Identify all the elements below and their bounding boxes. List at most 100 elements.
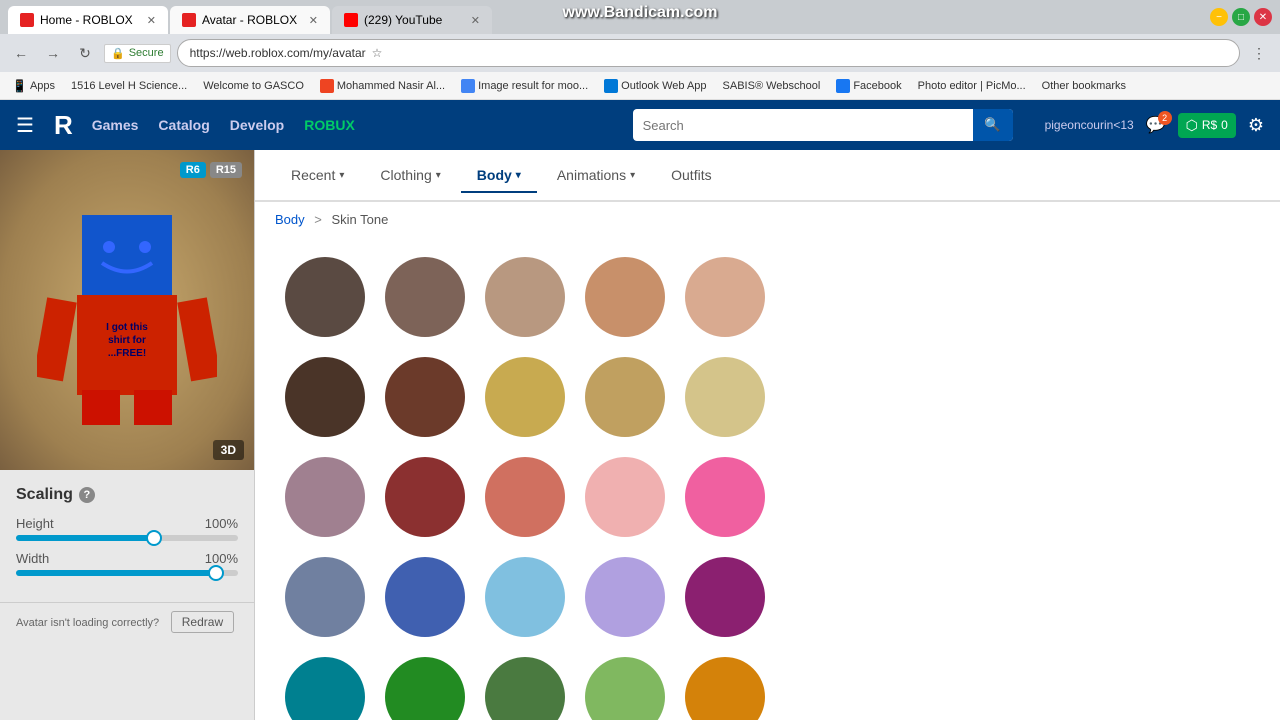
- hamburger-menu-icon[interactable]: ☰: [16, 113, 34, 138]
- skin-tone-circle[interactable]: [385, 357, 465, 437]
- username-label[interactable]: pigeoncourin<13: [1045, 118, 1134, 132]
- window-close[interactable]: ✕: [1254, 8, 1272, 26]
- skin-tone-circle[interactable]: [485, 357, 565, 437]
- breadcrumb-parent[interactable]: Body: [275, 212, 305, 227]
- lock-icon: 🔒: [111, 47, 125, 60]
- skin-tone-circle[interactable]: [585, 257, 665, 337]
- skin-tone-circle[interactable]: [585, 357, 665, 437]
- forward-button[interactable]: →: [40, 40, 66, 66]
- nav-games[interactable]: Games: [92, 117, 139, 133]
- tab-recent-chevron: ▾: [339, 170, 344, 181]
- tab-favicon-roblox2: [182, 13, 196, 27]
- skin-tone-circle[interactable]: [585, 457, 665, 537]
- width-slider-thumb[interactable]: [208, 565, 224, 581]
- robux-button[interactable]: ⬡ R$ 0: [1178, 113, 1236, 138]
- r15-badge[interactable]: R15: [210, 162, 242, 178]
- settings-gear-icon[interactable]: ⚙: [1248, 115, 1264, 136]
- tab-outfits[interactable]: Outfits: [655, 159, 727, 191]
- right-panel: Recent ▾ Clothing ▾ Body ▾ Animations ▾: [255, 150, 1280, 720]
- breadcrumb-current: Skin Tone: [331, 212, 388, 227]
- skin-tone-circle[interactable]: [685, 457, 765, 537]
- skin-tone-circle[interactable]: [685, 557, 765, 637]
- height-slider[interactable]: [16, 535, 238, 541]
- bookmark-label-nasir: Mohammed Nasir Al...: [337, 80, 445, 92]
- tab-close-home[interactable]: ✕: [147, 14, 156, 27]
- nav-develop[interactable]: Develop: [230, 117, 284, 133]
- skin-tone-circle[interactable]: [385, 657, 465, 720]
- redraw-button[interactable]: Redraw: [171, 611, 234, 633]
- width-slider[interactable]: [16, 570, 238, 576]
- search-button[interactable]: 🔍: [973, 109, 1013, 141]
- skin-tone-circle[interactable]: [285, 457, 365, 537]
- skin-tone-circle[interactable]: [385, 257, 465, 337]
- skin-tone-circle[interactable]: [585, 557, 665, 637]
- tab-avatar-roblox[interactable]: Avatar - ROBLOX ✕: [170, 6, 330, 34]
- bookmark-other[interactable]: Other bookmarks: [1038, 78, 1130, 94]
- skin-tone-circle[interactable]: [485, 557, 565, 637]
- height-slider-thumb[interactable]: [146, 530, 162, 546]
- avatar-version-badges: R6 R15: [180, 162, 242, 178]
- tab-label-avatar: Avatar - ROBLOX: [202, 13, 297, 27]
- view-3d-badge[interactable]: 3D: [213, 440, 244, 460]
- skin-tone-circle[interactable]: [285, 257, 365, 337]
- skin-tone-circle[interactable]: [485, 257, 565, 337]
- bookmark-icon-outlook: [604, 79, 618, 93]
- skin-tone-circle[interactable]: [385, 457, 465, 537]
- nav-catalog[interactable]: Catalog: [158, 117, 209, 133]
- skin-tone-circle[interactable]: [485, 657, 565, 720]
- chat-icon-button[interactable]: 💬 2: [1146, 115, 1166, 135]
- tab-recent[interactable]: Recent ▾: [275, 159, 360, 191]
- address-bar-input[interactable]: https://web.roblox.com/my/avatar ☆: [177, 39, 1240, 67]
- bookmarks-bar: 📱 Apps 1516 Level H Science... Welcome t…: [0, 72, 1280, 100]
- skin-tone-circle[interactable]: [485, 457, 565, 537]
- bookmark-outlook[interactable]: Outlook Web App: [600, 77, 710, 95]
- roblox-logo[interactable]: R: [54, 110, 72, 141]
- tab-close-youtube[interactable]: ✕: [471, 14, 480, 27]
- skin-tone-circle[interactable]: [285, 357, 365, 437]
- search-input[interactable]: [633, 118, 973, 133]
- tab-animations[interactable]: Animations ▾: [541, 159, 651, 191]
- bookmark-google[interactable]: Image result for moo...: [457, 77, 592, 95]
- bookmark-label-outlook: Outlook Web App: [621, 80, 706, 92]
- tab-body-label: Body: [477, 167, 512, 183]
- skin-tone-circle[interactable]: [285, 657, 365, 720]
- tab-body[interactable]: Body ▾: [461, 159, 537, 191]
- tab-recent-label: Recent: [291, 167, 335, 183]
- r6-badge[interactable]: R6: [180, 162, 206, 178]
- tab-home-roblox[interactable]: Home - ROBLOX ✕: [8, 6, 168, 34]
- width-label: Width: [16, 551, 49, 566]
- extensions-button[interactable]: ⋮: [1246, 40, 1272, 66]
- nav-robux[interactable]: ROBUX: [304, 117, 355, 133]
- svg-text:I got this: I got this: [106, 322, 148, 333]
- bookmark-label-gasco: Welcome to GASCO: [203, 80, 304, 92]
- skin-tone-circle[interactable]: [585, 657, 665, 720]
- tab-animations-label: Animations: [557, 167, 626, 183]
- window-minimize[interactable]: −: [1210, 8, 1228, 26]
- tab-clothing[interactable]: Clothing ▾: [364, 159, 456, 191]
- bookmark-facebook[interactable]: Facebook: [832, 77, 905, 95]
- skin-tone-circle[interactable]: [385, 557, 465, 637]
- skin-tone-circle[interactable]: [685, 657, 765, 720]
- reload-button[interactable]: ↻: [72, 40, 98, 66]
- tab-close-avatar[interactable]: ✕: [309, 14, 318, 27]
- skin-tone-circle[interactable]: [685, 357, 765, 437]
- url-text: https://web.roblox.com/my/avatar: [190, 46, 366, 60]
- bookmark-science[interactable]: 1516 Level H Science...: [67, 78, 191, 94]
- robux-count: 0: [1221, 118, 1228, 132]
- bookmark-sabis[interactable]: SABIS® Webschool: [719, 78, 825, 94]
- bookmark-nasir[interactable]: Mohammed Nasir Al...: [316, 77, 449, 95]
- breadcrumb: Body > Skin Tone: [255, 202, 1280, 237]
- skin-tone-circle[interactable]: [285, 557, 365, 637]
- bookmark-apps[interactable]: 📱 Apps: [8, 77, 59, 95]
- scaling-info-icon[interactable]: ?: [79, 487, 95, 503]
- skin-tone-circle[interactable]: [685, 257, 765, 337]
- tab-youtube[interactable]: (229) YouTube ✕: [332, 6, 492, 34]
- redraw-section: Avatar isn't loading correctly? Redraw: [0, 602, 254, 649]
- window-maximize[interactable]: □: [1232, 8, 1250, 26]
- bookmark-gasco[interactable]: Welcome to GASCO: [199, 78, 308, 94]
- bookmark-star-icon[interactable]: ☆: [372, 46, 383, 60]
- bookmark-picmo[interactable]: Photo editor | PicMo...: [914, 78, 1030, 94]
- height-label: Height: [16, 516, 54, 531]
- back-button[interactable]: ←: [8, 40, 34, 66]
- height-value: 100%: [205, 516, 238, 531]
